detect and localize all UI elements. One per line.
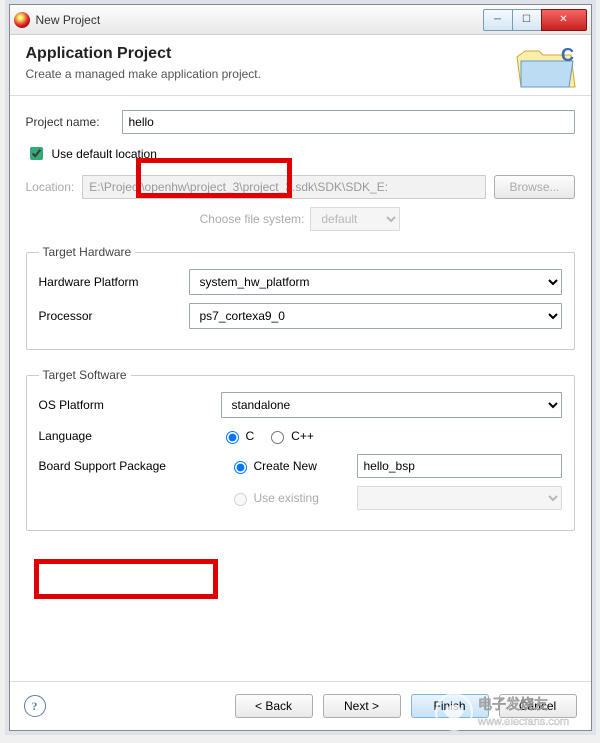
bsp-existing-select bbox=[357, 486, 562, 510]
project-name-input[interactable] bbox=[122, 110, 575, 134]
bsp-existing-radio bbox=[234, 493, 247, 506]
bsp-create-option[interactable]: Create New bbox=[229, 458, 349, 474]
os-platform-row: OS Platform standalone bbox=[39, 392, 562, 418]
bsp-label: Board Support Package bbox=[39, 459, 221, 473]
bsp-existing-row: Use existing bbox=[39, 486, 562, 510]
language-c-radio[interactable] bbox=[226, 431, 239, 444]
filesystem-select: default bbox=[310, 207, 400, 231]
target-hardware-group: Target Hardware Hardware Platform system… bbox=[26, 245, 575, 350]
use-default-label: Use default location bbox=[52, 147, 157, 161]
bsp-create-radio[interactable] bbox=[234, 461, 247, 474]
window-title: New Project bbox=[36, 13, 484, 27]
processor-row: Processor ps7_cortexa9_0 bbox=[39, 303, 562, 329]
filesystem-label: Choose file system: bbox=[200, 212, 305, 226]
bsp-create-label: Create New bbox=[254, 459, 317, 473]
target-software-legend: Target Software bbox=[39, 368, 131, 382]
help-icon[interactable]: ? bbox=[24, 695, 46, 717]
language-radio-group: C C++ bbox=[221, 428, 314, 444]
use-default-row: Use default location bbox=[26, 144, 575, 163]
browse-button: Browse... bbox=[494, 175, 574, 199]
minimize-button[interactable]: ─ bbox=[483, 9, 513, 31]
bsp-existing-option: Use existing bbox=[229, 490, 349, 506]
header-title: Application Project bbox=[26, 45, 575, 63]
close-button[interactable]: ✕ bbox=[541, 9, 587, 31]
processor-select[interactable]: ps7_cortexa9_0 bbox=[189, 303, 562, 329]
location-row: Location: Browse... bbox=[26, 175, 575, 199]
hardware-platform-row: Hardware Platform system_hw_platform bbox=[39, 269, 562, 295]
dialog-header: Application Project Create a managed mak… bbox=[10, 35, 591, 96]
location-input bbox=[82, 175, 486, 199]
project-name-label: Project name: bbox=[26, 115, 122, 129]
header-subtitle: Create a managed make application projec… bbox=[26, 67, 575, 81]
dialog-footer: ? < Back Next > Finish Cancel bbox=[10, 681, 591, 730]
language-c-option[interactable]: C bbox=[221, 428, 255, 444]
project-name-row: Project name: bbox=[26, 110, 575, 134]
bsp-name-input[interactable] bbox=[357, 454, 562, 478]
titlebar: New Project ─ ☐ ✕ bbox=[10, 5, 591, 35]
maximize-button[interactable]: ☐ bbox=[512, 9, 542, 31]
language-cpp-label: C++ bbox=[291, 429, 314, 443]
language-row: Language C C++ bbox=[39, 428, 562, 444]
svg-text:C: C bbox=[561, 45, 574, 65]
bsp-create-row: Board Support Package Create New bbox=[39, 454, 562, 478]
finish-button[interactable]: Finish bbox=[411, 694, 489, 718]
processor-label: Processor bbox=[39, 309, 189, 323]
use-default-checkbox[interactable] bbox=[30, 147, 43, 160]
hardware-platform-label: Hardware Platform bbox=[39, 275, 189, 289]
target-hardware-legend: Target Hardware bbox=[39, 245, 136, 259]
folder-c-icon: C bbox=[515, 43, 577, 93]
bsp-existing-label: Use existing bbox=[254, 491, 319, 505]
os-platform-select[interactable]: standalone bbox=[221, 392, 562, 418]
cancel-button[interactable]: Cancel bbox=[499, 694, 577, 718]
dialog-content: Project name: Use default location Locat… bbox=[10, 96, 591, 681]
app-icon bbox=[14, 12, 30, 28]
language-label: Language bbox=[39, 429, 221, 443]
filesystem-row: Choose file system: default bbox=[26, 207, 575, 231]
back-button[interactable]: < Back bbox=[235, 694, 313, 718]
language-c-label: C bbox=[246, 429, 255, 443]
hardware-platform-select[interactable]: system_hw_platform bbox=[189, 269, 562, 295]
target-software-group: Target Software OS Platform standalone L… bbox=[26, 368, 575, 531]
next-button[interactable]: Next > bbox=[323, 694, 401, 718]
language-cpp-option[interactable]: C++ bbox=[266, 428, 314, 444]
location-label: Location: bbox=[26, 180, 75, 194]
window-controls: ─ ☐ ✕ bbox=[484, 9, 587, 31]
os-platform-label: OS Platform bbox=[39, 398, 221, 412]
language-cpp-radio[interactable] bbox=[271, 431, 284, 444]
dialog-window: New Project ─ ☐ ✕ Application Project Cr… bbox=[9, 4, 592, 731]
